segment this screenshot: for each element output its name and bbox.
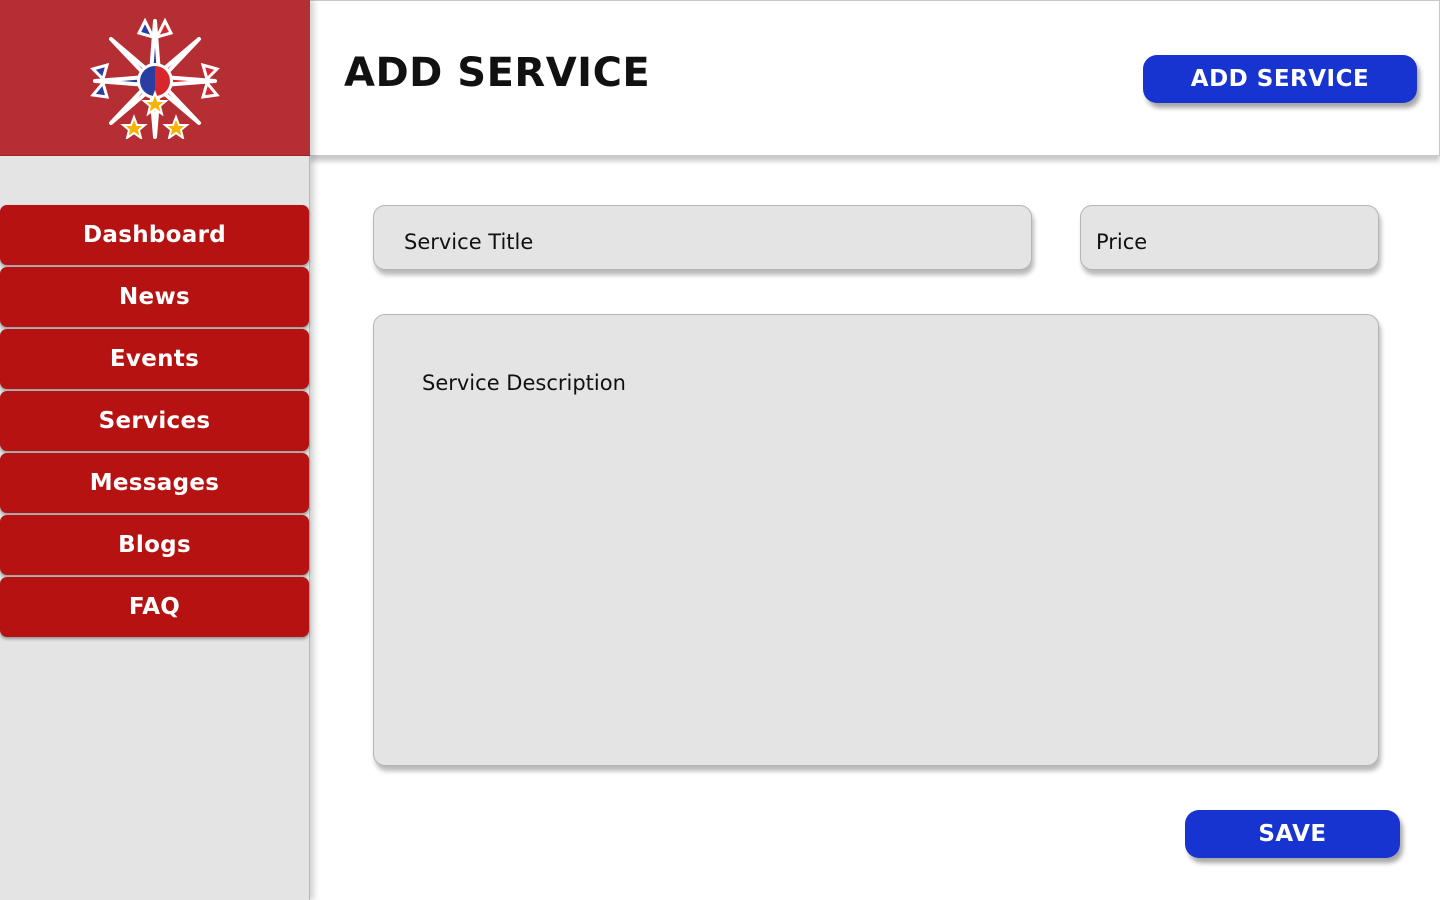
service-description-placeholder: Service Description bbox=[422, 371, 626, 395]
sidebar-item-blogs[interactable]: Blogs bbox=[0, 515, 309, 575]
page-header: ADD SERVICE ADD SERVICE bbox=[310, 0, 1440, 156]
sidebar-item-events[interactable]: Events bbox=[0, 329, 309, 389]
page-title: ADD SERVICE bbox=[344, 50, 651, 96]
price-input[interactable]: Price bbox=[1080, 205, 1379, 270]
sidebar-item-messages[interactable]: Messages bbox=[0, 453, 309, 513]
price-placeholder: Price bbox=[1096, 230, 1148, 254]
save-button[interactable]: SAVE bbox=[1185, 810, 1400, 858]
sidebar-item-faq[interactable]: FAQ bbox=[0, 577, 309, 637]
service-title-placeholder: Service Title bbox=[404, 230, 534, 254]
sidebar-item-news[interactable]: News bbox=[0, 267, 309, 327]
logo-block bbox=[0, 0, 310, 156]
sidebar: Dashboard News Events Services Messages … bbox=[0, 0, 310, 900]
service-title-input[interactable]: Service Title bbox=[373, 205, 1032, 270]
service-description-textarea[interactable]: Service Description bbox=[373, 314, 1379, 766]
sidebar-item-dashboard[interactable]: Dashboard bbox=[0, 205, 309, 265]
add-service-button[interactable]: ADD SERVICE bbox=[1143, 55, 1417, 103]
sidebar-item-services[interactable]: Services bbox=[0, 391, 309, 451]
sidebar-nav: Dashboard News Events Services Messages … bbox=[0, 205, 310, 639]
sun-and-stars-logo-icon bbox=[90, 17, 220, 139]
